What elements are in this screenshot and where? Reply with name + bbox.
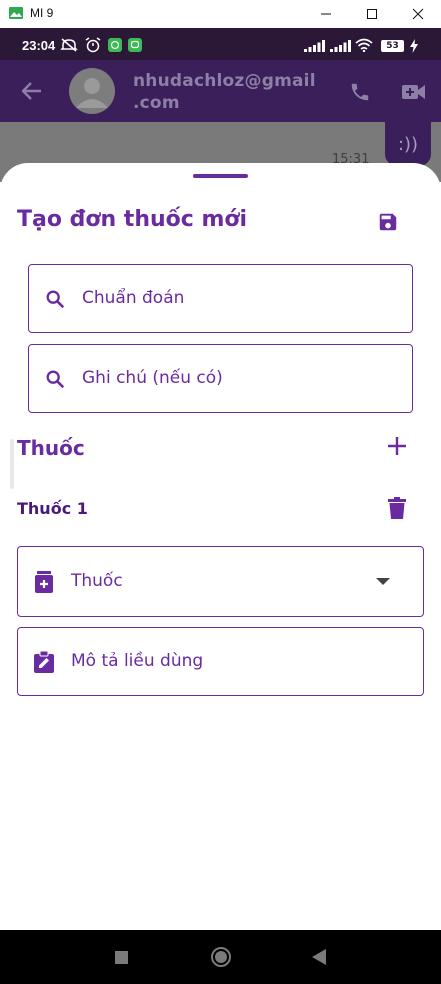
mute-icon xyxy=(60,38,78,52)
messaging-app-icon xyxy=(108,38,122,52)
video-camera-icon xyxy=(402,85,425,99)
back-nav-button[interactable] xyxy=(307,930,331,984)
window-title: MI 9 xyxy=(30,6,54,20)
save-button[interactable] xyxy=(373,207,403,237)
signal-icon-1 xyxy=(304,40,325,52)
chat-app-icon xyxy=(128,38,142,52)
medicine-item-title: Thuốc 1 xyxy=(17,499,88,518)
window-title-bar: MI 9 xyxy=(0,0,441,28)
medicine-section-title: Thuốc xyxy=(17,436,85,460)
navigation-bar xyxy=(0,930,441,984)
maximize-button[interactable] xyxy=(349,0,395,28)
phone-icon xyxy=(351,83,369,101)
signal-icon-2 xyxy=(330,40,351,52)
alarm-icon xyxy=(85,37,101,53)
avatar-person-icon xyxy=(76,78,108,108)
search-icon xyxy=(44,265,66,332)
phone-status-bar: 23:04 53 xyxy=(0,28,441,60)
medicine-select[interactable]: Thuốc xyxy=(17,546,424,617)
status-time: 23:04 xyxy=(22,38,56,53)
back-arrow-icon xyxy=(22,82,41,100)
note-field[interactable]: Ghi chú (nếu có) xyxy=(28,344,413,413)
square-icon xyxy=(114,950,128,964)
contact-name-line2: .com xyxy=(133,93,180,113)
delete-medicine-button[interactable] xyxy=(383,493,411,523)
note-placeholder: Ghi chú (nếu có) xyxy=(82,368,223,388)
contact-name: nhudachloz@gmail .com xyxy=(133,70,316,114)
prescription-bottom-sheet: Tạo đơn thuốc mới Chuẩn đoán Ghi chú (nế… xyxy=(0,163,441,930)
contact-avatar[interactable] xyxy=(69,68,115,114)
close-button[interactable] xyxy=(395,0,441,28)
video-call-button[interactable] xyxy=(399,78,429,106)
message-bubble: :)) xyxy=(385,122,431,166)
minimize-button[interactable] xyxy=(303,0,349,28)
trash-icon xyxy=(388,497,406,519)
wifi-icon xyxy=(355,38,373,52)
minimize-icon xyxy=(321,13,331,15)
sheet-title: Tạo đơn thuốc mới xyxy=(17,207,248,232)
save-icon xyxy=(379,213,397,231)
medicine-select-value: Thuốc xyxy=(71,571,123,591)
battery-indicator: 53 xyxy=(381,40,404,52)
triangle-back-icon xyxy=(312,949,326,965)
back-button[interactable] xyxy=(18,77,46,105)
diagnosis-placeholder: Chuẩn đoán xyxy=(82,288,185,308)
search-icon xyxy=(44,345,66,412)
plus-icon xyxy=(388,437,406,455)
close-icon xyxy=(412,8,424,20)
dosage-field[interactable]: Mô tả liều dùng xyxy=(17,627,424,696)
medication-icon xyxy=(35,547,53,616)
diagnosis-field[interactable]: Chuẩn đoán xyxy=(28,264,413,333)
home-button[interactable] xyxy=(207,930,235,984)
dosage-placeholder: Mô tả liều dùng xyxy=(71,651,204,671)
recents-button[interactable] xyxy=(108,930,134,984)
contact-name-line1: nhudachloz@gmail xyxy=(133,71,316,91)
sheet-drag-handle[interactable] xyxy=(193,174,248,178)
chat-app-bar: nhudachloz@gmail .com xyxy=(0,60,441,122)
charging-icon xyxy=(410,39,418,53)
dropdown-arrow-icon xyxy=(376,547,390,616)
maximize-icon xyxy=(367,9,377,19)
add-medicine-button[interactable] xyxy=(383,432,411,460)
clipboard-edit-icon xyxy=(34,628,54,695)
call-button[interactable] xyxy=(346,78,374,106)
app-window-icon xyxy=(9,7,23,19)
scroll-indicator xyxy=(10,439,14,489)
circle-icon xyxy=(211,947,231,967)
